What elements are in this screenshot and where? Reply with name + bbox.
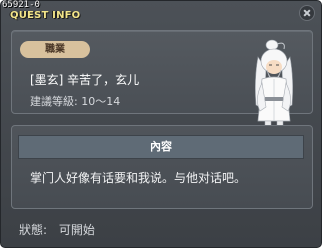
window-title: QUEST INFO: [10, 10, 81, 21]
recommended-level: 建議等級: 10～14: [30, 95, 121, 108]
status-value: 可開始: [58, 223, 95, 237]
quest-name: [墨玄] 辛苦了，玄儿: [30, 73, 140, 87]
quest-info-panel: 職業 [墨玄] 辛苦了，玄儿 建議等級: 10～14: [11, 30, 313, 136]
status-row: 狀態: 可開始: [19, 221, 95, 238]
content-header: 內容: [18, 135, 304, 159]
content-text: 掌门人好像有话要和我说。与他对话吧。: [30, 171, 247, 185]
quest-category-badge: 職業: [20, 41, 90, 58]
close-icon[interactable]: [299, 5, 315, 21]
quest-id: 65921-0: [2, 0, 40, 10]
status-label: 狀態:: [19, 223, 48, 237]
quest-info-window: QUEST INFO 職業 [墨玄] 辛苦了，玄儿 建議等級: 10～14 內容…: [0, 0, 322, 248]
content-panel: 內容 掌门人好像有话要和我说。与他对话吧。: [11, 125, 313, 209]
